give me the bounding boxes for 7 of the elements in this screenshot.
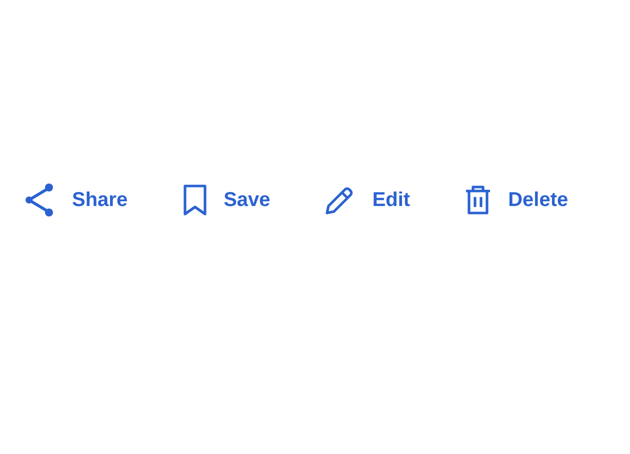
share-button[interactable]: Share	[24, 183, 128, 217]
save-button[interactable]: Save	[182, 183, 270, 217]
trash-icon	[464, 184, 492, 216]
bookmark-icon	[182, 184, 208, 216]
delete-button[interactable]: Delete	[464, 183, 568, 217]
share-icon	[24, 183, 56, 217]
edit-button[interactable]: Edit	[324, 183, 410, 217]
